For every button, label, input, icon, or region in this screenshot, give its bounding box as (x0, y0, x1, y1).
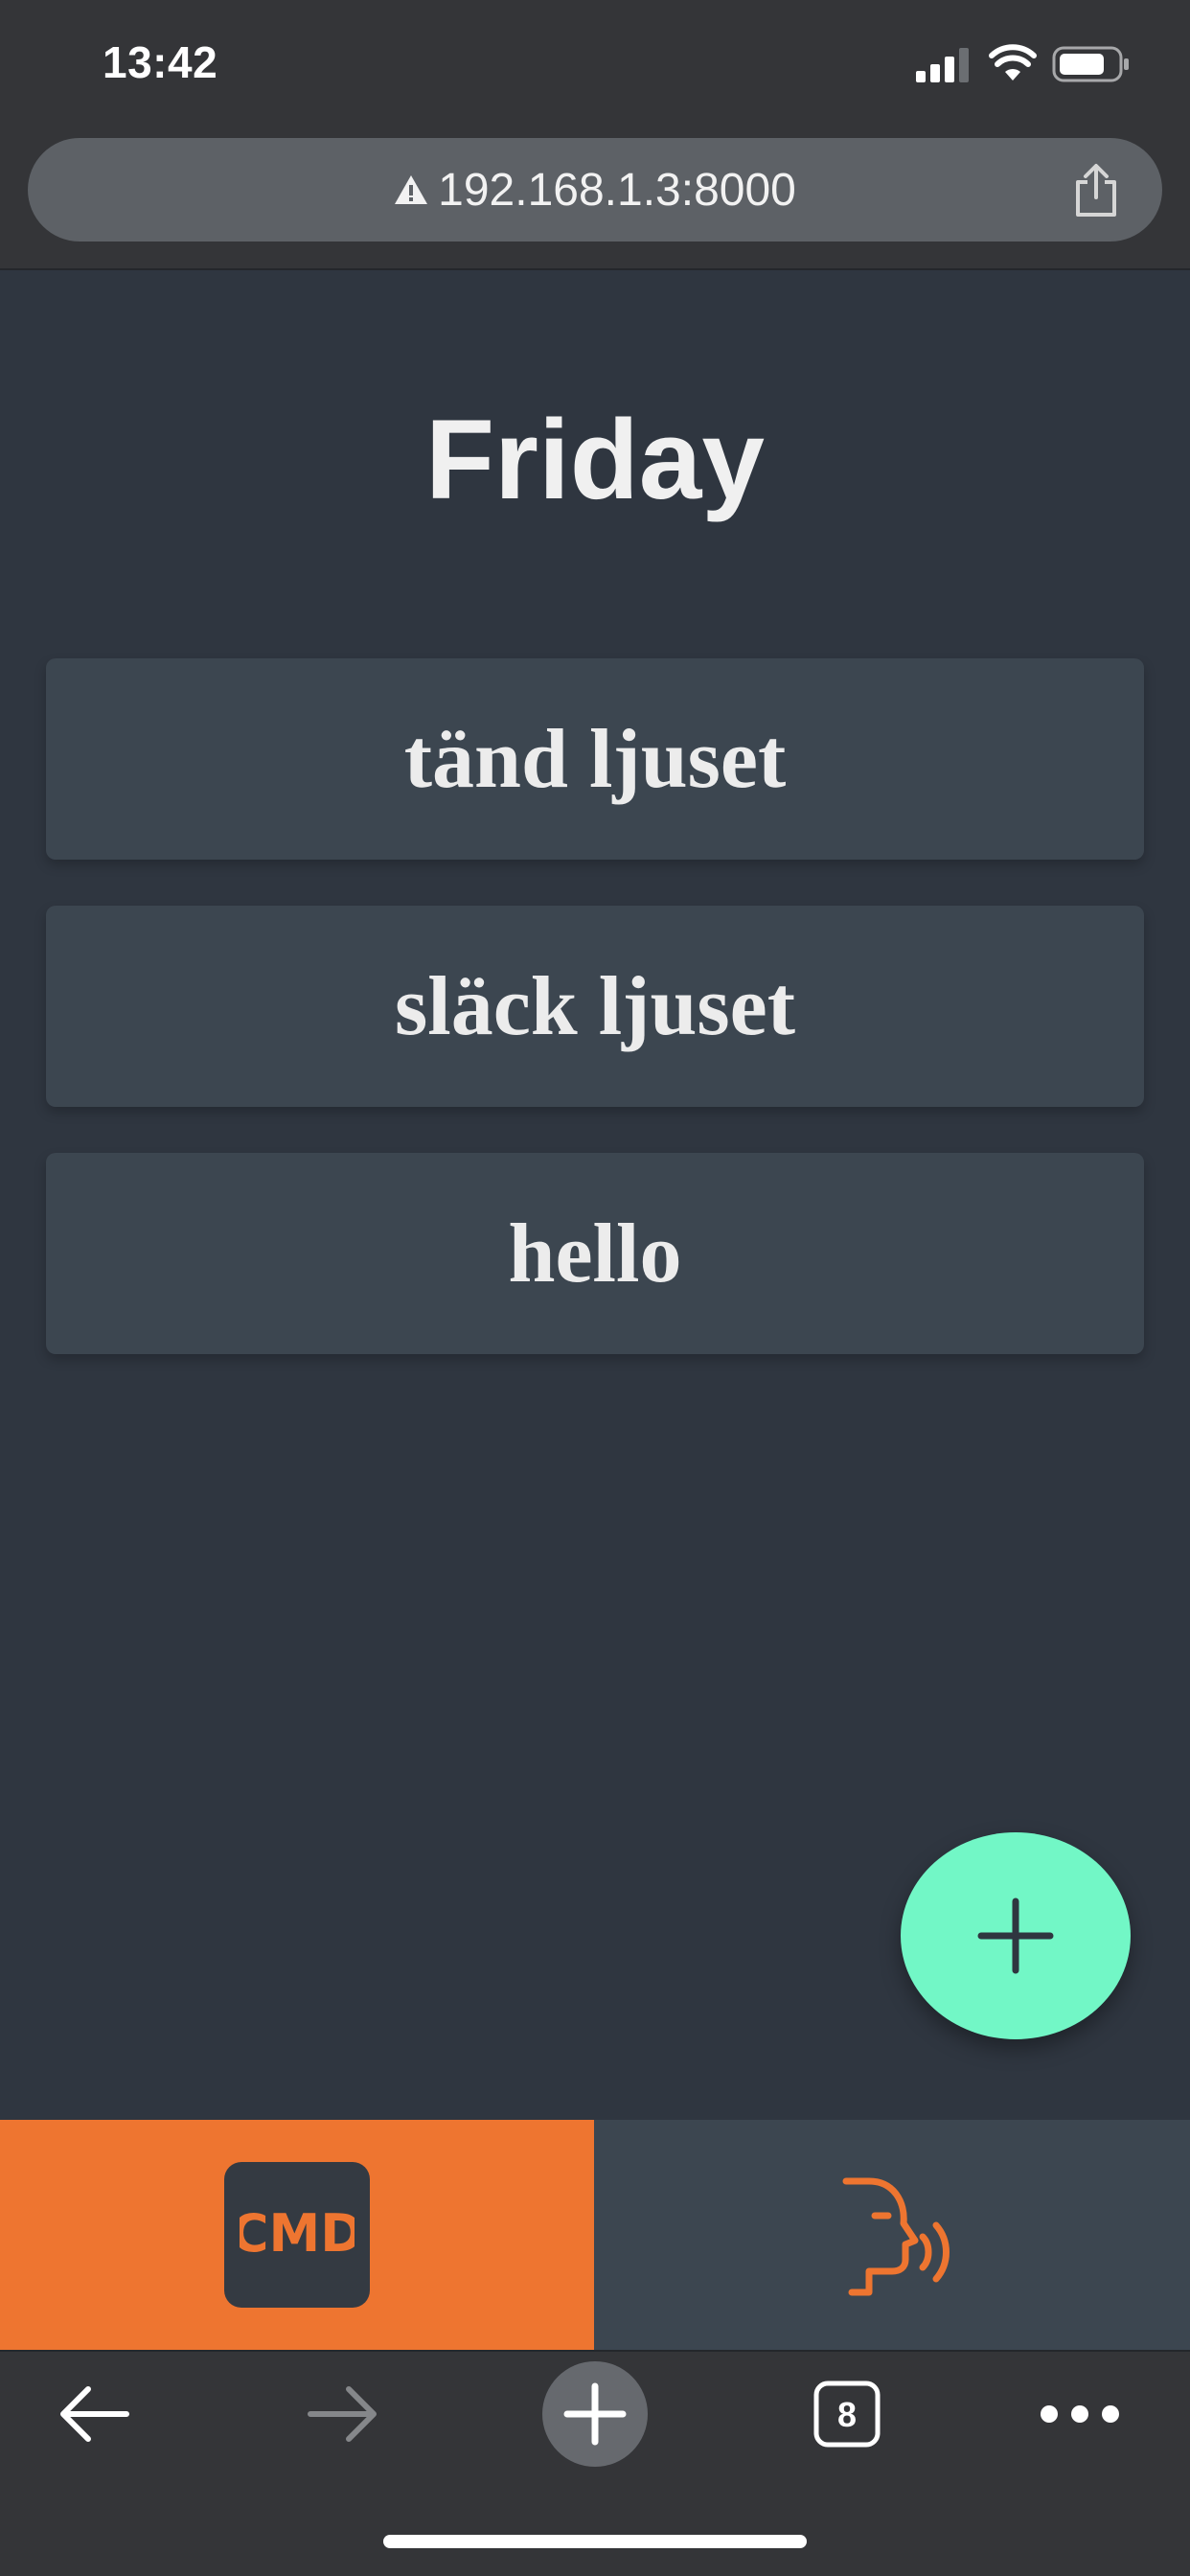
cellular-signal-icon (916, 48, 969, 82)
add-command-button[interactable] (901, 1832, 1131, 2039)
page-title: Friday (424, 397, 766, 523)
wifi-icon (989, 44, 1037, 80)
command-list: tänd ljuset släck ljuset hello (46, 658, 1144, 1400)
warning-triangle-icon (395, 175, 428, 204)
tabs-icon: 8 (813, 2380, 881, 2448)
more-icon (1041, 2405, 1119, 2423)
new-tab-circle (542, 2361, 648, 2467)
back-button[interactable] (46, 2352, 142, 2476)
plus-icon (563, 2382, 627, 2446)
app-main: Friday tänd ljuset släck ljuset hello (0, 272, 1190, 2120)
browser-address-area: 192.168.1.3:8000 (0, 134, 1190, 270)
battery-icon (1052, 46, 1129, 82)
command-label: släck ljuset (395, 959, 795, 1053)
command-label: tänd ljuset (403, 712, 787, 806)
cmd-text-graphic: CMD (240, 2203, 355, 2264)
tab-voice[interactable] (594, 2120, 1190, 2350)
home-indicator (383, 2535, 807, 2548)
command-label: hello (508, 1207, 682, 1300)
share-icon[interactable] (1072, 163, 1120, 218)
cmd-icon: CMD (224, 2162, 370, 2308)
tab-cmd[interactable]: CMD (0, 2120, 594, 2350)
tabs-button[interactable]: 8 (809, 2352, 885, 2476)
status-bar: 13:42 (0, 0, 1190, 134)
url-text: 192.168.1.3:8000 (438, 164, 796, 216)
plus-icon (977, 1898, 1054, 1974)
command-button-hello[interactable]: hello (46, 1153, 1144, 1354)
tab-count: 8 (837, 2395, 857, 2434)
command-button-tand-ljuset[interactable]: tänd ljuset (46, 658, 1144, 860)
status-time: 13:42 (103, 37, 218, 87)
forward-button[interactable] (295, 2352, 391, 2476)
forward-arrow-icon (308, 2386, 377, 2442)
address-bar[interactable]: 192.168.1.3:8000 (28, 138, 1162, 242)
back-arrow-icon (60, 2386, 129, 2442)
speaking-head-icon (842, 2177, 950, 2296)
new-tab-button[interactable] (542, 2352, 648, 2476)
command-button-slack-ljuset[interactable]: släck ljuset (46, 906, 1144, 1107)
more-button[interactable] (1037, 2352, 1123, 2476)
app-tab-bar: CMD (0, 2120, 1190, 2350)
cmd-tab-label: CMD (240, 2203, 355, 2264)
